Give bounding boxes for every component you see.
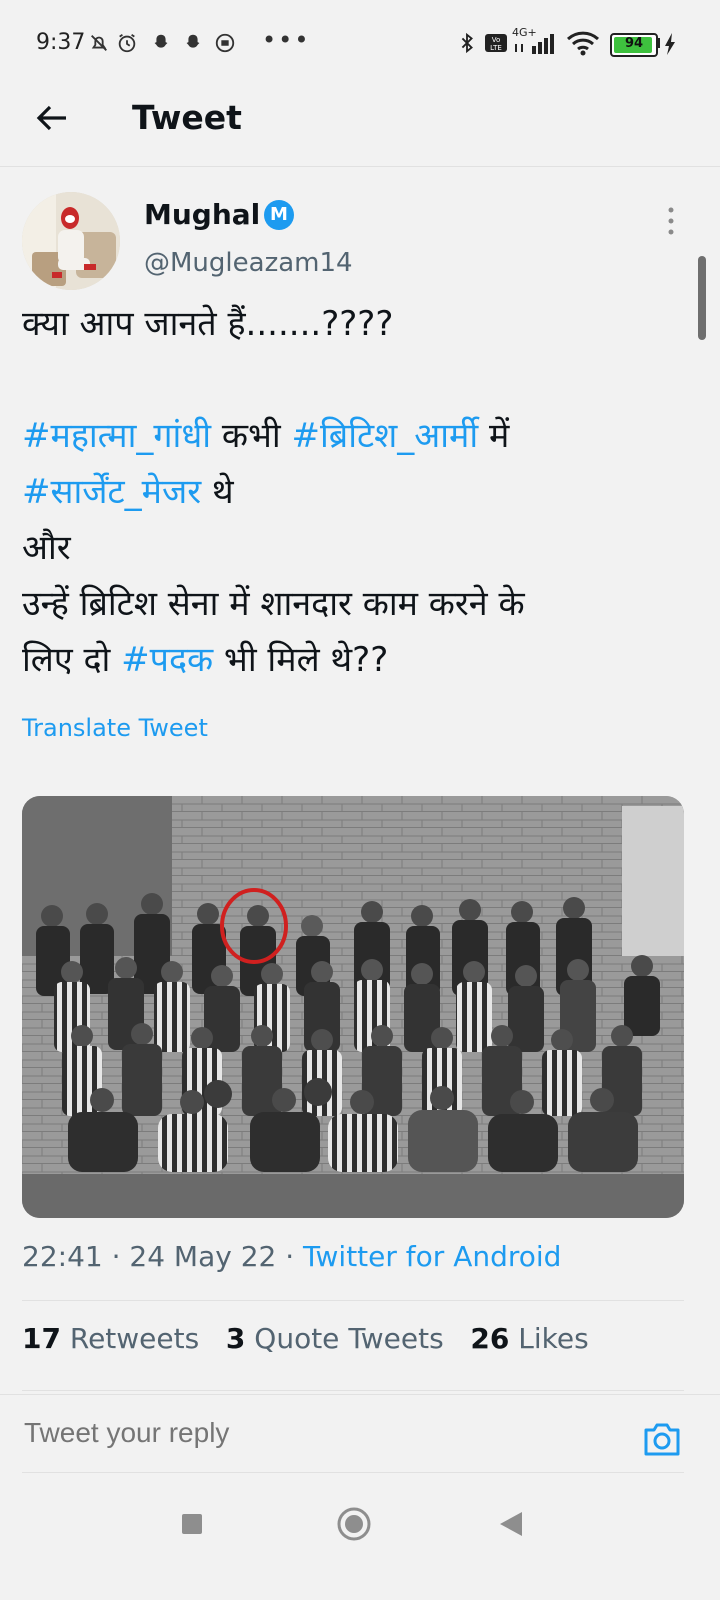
volte-icon: VoLTE bbox=[485, 34, 507, 52]
tweet-text-segment: और bbox=[22, 528, 71, 568]
home-icon[interactable] bbox=[336, 1506, 372, 1542]
bluetooth-icon bbox=[461, 32, 473, 54]
tweet-photo[interactable] bbox=[22, 796, 684, 1218]
tweet-line: क्या आप जानते हैं.......???? bbox=[22, 296, 702, 352]
tweet-line: उन्हें ब्रिटिश सेना में शानदार काम करने … bbox=[22, 576, 702, 632]
translate-tweet-link[interactable]: Translate Tweet bbox=[22, 714, 208, 742]
battery-icon: 94 bbox=[610, 33, 658, 57]
likes-stat[interactable]: 26 Likes bbox=[470, 1322, 588, 1355]
likes-count: 26 bbox=[470, 1322, 510, 1355]
camera-icon[interactable] bbox=[642, 1420, 682, 1458]
quotes-count: 3 bbox=[225, 1322, 246, 1355]
reply-divider bbox=[0, 1394, 720, 1395]
tweet-text-segment: कभी bbox=[211, 416, 292, 456]
reply-bottom-divider bbox=[22, 1472, 684, 1473]
tweet-line: और bbox=[22, 520, 702, 576]
retweets-count: 17 bbox=[22, 1322, 61, 1355]
tweet-text-segment: उन्हें ब्रिटिश सेना में शानदार काम करने … bbox=[22, 584, 525, 624]
header-divider bbox=[0, 166, 720, 167]
tweet-text: क्या आप जानते हैं.......???? #महात्मा_गा… bbox=[22, 296, 702, 688]
snapchat-icon bbox=[154, 34, 168, 48]
back-arrow-icon[interactable] bbox=[34, 100, 70, 136]
tweet-text-segment: भी मिले थे?? bbox=[213, 640, 389, 680]
hashtag-link[interactable]: #सार्जेंट_मेजर bbox=[22, 472, 201, 512]
tweet-text-segment: लिए दो bbox=[22, 640, 122, 680]
tweet-text-segment: क्या आप जानते हैं.......???? bbox=[22, 304, 394, 344]
tweet-line: #सार्जेंट_मेजर थे bbox=[22, 464, 702, 520]
hashtag-link[interactable]: #ब्रिटिश_आर्मी bbox=[291, 416, 478, 456]
scrollbar[interactable] bbox=[698, 256, 706, 340]
svg-text:Vo: Vo bbox=[492, 36, 501, 44]
tweet-timestamp: 22:41 · 24 May 22 · Twitter for Android bbox=[22, 1240, 561, 1273]
svg-text:LTE: LTE bbox=[490, 44, 502, 52]
page-title: Tweet bbox=[132, 98, 242, 137]
tweet-line: लिए दो #पदक भी मिले थे?? bbox=[22, 632, 702, 688]
verified-badge-icon: M bbox=[264, 200, 294, 230]
meta-divider bbox=[22, 1300, 684, 1301]
battery-tip bbox=[656, 38, 660, 48]
hashtag-link[interactable]: #पदक bbox=[121, 640, 213, 680]
status-time: 9:37 bbox=[36, 30, 86, 55]
snapchat-icon bbox=[186, 34, 200, 48]
signal-icon bbox=[515, 34, 554, 54]
avatar-image bbox=[22, 192, 120, 290]
quote-tweets-stat[interactable]: 3 Quote Tweets bbox=[226, 1322, 444, 1355]
retweets-stat[interactable]: 17 Retweets bbox=[22, 1322, 199, 1355]
tweet-stats: 17 Retweets 3 Quote Tweets 26 Likes bbox=[22, 1322, 589, 1355]
more-options-icon[interactable] bbox=[664, 206, 678, 236]
recent-apps-icon[interactable] bbox=[180, 1512, 204, 1536]
author-name[interactable]: Mughal bbox=[144, 198, 260, 231]
quotes-label: Quote Tweets bbox=[245, 1322, 444, 1355]
charging-icon bbox=[665, 33, 675, 55]
tweet-line: #महात्मा_गांधी कभी #ब्रिटिश_आर्मी में bbox=[22, 408, 702, 464]
hashtag-link[interactable]: #महात्मा_गांधी bbox=[22, 416, 211, 456]
retweets-label: Retweets bbox=[60, 1322, 200, 1355]
avatar[interactable] bbox=[22, 192, 120, 290]
reply-input[interactable] bbox=[22, 1416, 626, 1450]
timestamp-text: 22:41 · 24 May 22 · bbox=[22, 1240, 304, 1273]
wifi-icon bbox=[566, 31, 600, 56]
mute-icon bbox=[91, 35, 107, 51]
likes-label: Likes bbox=[509, 1322, 589, 1355]
stats-divider bbox=[22, 1390, 684, 1391]
group-photo-image bbox=[22, 796, 684, 1218]
nav-back-icon[interactable] bbox=[498, 1510, 524, 1538]
alarm-icon bbox=[118, 33, 136, 53]
status-overflow: ••• bbox=[262, 26, 311, 54]
app-icon bbox=[215, 33, 235, 53]
tweet-source-link[interactable]: Twitter for Android bbox=[303, 1240, 561, 1273]
tweet-text-segment: थे bbox=[201, 472, 234, 512]
battery-level: 94 bbox=[624, 36, 644, 51]
author-handle[interactable]: @Mugleazam14 bbox=[144, 248, 353, 278]
tweet-text-segment: में bbox=[478, 416, 510, 456]
